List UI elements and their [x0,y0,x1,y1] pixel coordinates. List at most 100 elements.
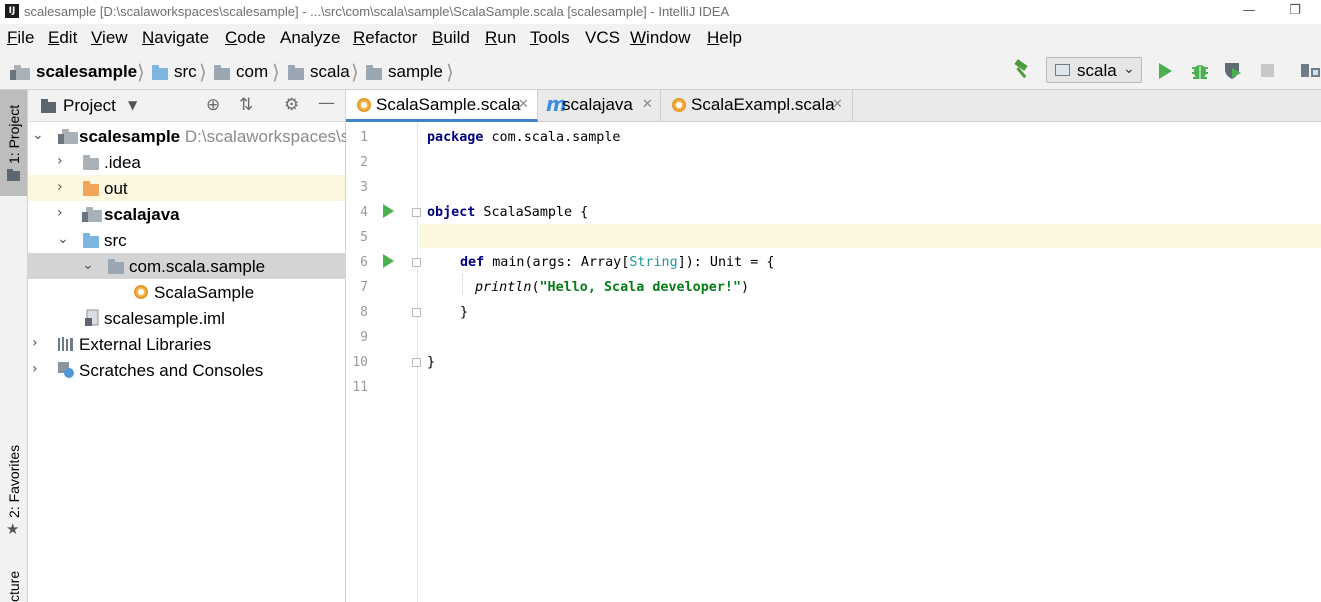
folder-icon [83,155,99,170]
collapse-arrow-icon[interactable]: › [57,205,63,221]
editor: ScalaSample.scala ✕ m scalajava ✕ ScalaE… [346,90,1321,602]
collapse-arrow-icon[interactable]: › [32,335,38,351]
chevron-down-icon: ⌄ [1123,61,1135,77]
code-line-8: } [460,305,469,320]
tab-scalajava[interactable]: m scalajava ✕ [538,90,661,122]
iml-file-icon [85,309,99,326]
run-config-dropdown[interactable]: scala ⌄ [1046,57,1142,83]
locate-target-icon[interactable]: ⊕ [206,95,220,115]
menu-refactor[interactable]: Refactor [353,28,417,48]
line-number: 5 [360,230,368,245]
tree-item-label: scalajava [104,205,180,224]
left-tool-strip: 1: Project 2: Favorites ★ cture [0,90,28,602]
menu-build[interactable]: Build [432,28,470,48]
view-chooser-caret-icon[interactable]: ▼ [128,98,137,112]
line-number: 3 [360,180,368,195]
menu-run[interactable]: Run [485,28,516,48]
collapse-arrow-icon[interactable]: › [57,153,63,169]
hide-panel-icon[interactable]: — [318,93,335,113]
tree-item-idea[interactable]: › .idea [28,149,345,175]
breadcrumb-com[interactable]: com [236,62,268,82]
package-folder-icon [288,65,304,80]
line-number: 10 [352,355,368,370]
tree-item-out[interactable]: › out [28,175,345,201]
project-structure-icon[interactable] [1300,62,1321,80]
tab-scalasample-scala[interactable]: ScalaSample.scala ✕ [346,90,538,122]
project-panel: Project ▼ ⊕ ⇅ ⚙ — ⌄ scalesample D:\scala… [28,90,349,602]
tree-item-label: out [104,179,128,198]
breadcrumb-src[interactable]: src [174,62,197,82]
collapse-arrow-icon[interactable]: › [32,361,38,377]
menu-code[interactable]: Code [225,28,266,48]
close-icon[interactable]: ✕ [642,97,653,112]
tool-window-project-label: 1: Project [6,104,22,164]
tree-item-scalasample-object[interactable]: ScalaSample [28,279,345,305]
breadcrumb-sample[interactable]: sample [388,62,443,82]
stop-icon[interactable] [1260,63,1276,79]
tool-window-project-button[interactable]: 1: Project [0,90,27,196]
run-icon[interactable] [1157,62,1173,80]
run-gutter-icon[interactable] [383,254,394,268]
coverage-icon[interactable] [1222,60,1244,82]
breadcrumb-separator-icon: ⟩ [199,60,207,84]
tool-window-favorites-label: 2: Favorites [6,444,22,518]
run-gutter-icon[interactable] [383,204,394,218]
tree-item-scratches[interactable]: › Scratches and Consoles [28,357,345,383]
line-number: 4 [360,205,368,220]
menu-analyze[interactable]: Analyze [280,28,340,48]
expand-arrow-icon[interactable]: ⌄ [82,257,94,273]
tree-item-com-scala-sample[interactable]: ⌄ com.scala.sample [28,253,345,279]
line-number: 6 [360,255,368,270]
breadcrumb-scalesample[interactable]: scalesample [36,62,137,82]
editor-gutter[interactable]: 1 2 3 4 5 6 7 8 9 10 11 [346,122,421,602]
code-line-6: def main(args: Array[String]): Unit = { [460,255,775,270]
close-icon[interactable]: ✕ [518,97,529,112]
tree-item-scalajava[interactable]: › scalajava [28,201,345,227]
tree-item-src[interactable]: ⌄ src [28,227,345,253]
tool-window-favorites-button[interactable]: 2: Favorites ★ [0,440,27,540]
scala-object-icon [134,285,148,299]
expand-arrow-icon[interactable]: ⌄ [32,127,44,143]
tree-item-label: External Libraries [79,335,212,354]
package-folder-icon [214,65,230,80]
source-folder-icon [83,233,99,248]
menu-tools[interactable]: Tools [530,28,570,48]
tab-label: ScalaExampl.scala [691,95,835,114]
module-folder-icon [10,65,30,80]
menu-navigate[interactable]: Navigate [142,28,209,48]
debug-icon[interactable] [1189,60,1211,82]
tree-item-scalesample[interactable]: ⌄ scalesample D:\scalaworkspaces\s [28,123,349,149]
line-number: 2 [360,155,368,170]
menu-edit[interactable]: Edit [48,28,77,48]
restore-icon[interactable]: ❐ [1272,1,1318,23]
gear-icon[interactable]: ⚙ [284,95,299,115]
star-icon: ★ [6,520,20,538]
tree-item-label: src [104,231,127,250]
expand-arrow-icon[interactable]: ⌄ [57,231,69,247]
tool-window-structure-button[interactable]: cture [0,560,27,602]
project-view-icon [41,99,56,113]
breadcrumb-scala[interactable]: scala [310,62,350,82]
menu-help[interactable]: Help [707,28,742,48]
code-line-1: package com.scala.sample [427,130,621,145]
tab-scalaexampl-scala[interactable]: ScalaExampl.scala ✕ [661,90,853,122]
menu-view[interactable]: View [91,28,128,48]
collapse-arrow-icon[interactable]: › [57,179,63,195]
tree-item-iml[interactable]: scalesample.iml [28,305,345,331]
tool-window-structure-label: cture [6,570,22,602]
menu-window[interactable]: Window [630,28,690,48]
scala-file-icon [672,98,686,112]
project-panel-title[interactable]: Project [63,96,116,116]
title-bar: IJ scalesample [D:\scalaworkspaces\scale… [0,0,1321,24]
minimize-icon[interactable]: — [1226,1,1272,23]
tab-label: ScalaSample.scala [376,95,521,114]
close-icon[interactable]: ✕ [832,97,843,112]
build-hammer-icon[interactable] [1011,59,1033,81]
code-area[interactable]: package com.scala.sample object ScalaSam… [419,122,1321,602]
menu-vcs[interactable]: VCS [585,28,620,48]
tree-item-external-libraries[interactable]: › External Libraries [28,331,345,357]
tab-label: scalajava [562,95,633,114]
collapse-all-icon[interactable]: ⇅ [239,95,253,115]
menu-file[interactable]: File [7,28,34,48]
window-title: scalesample [D:\scalaworkspaces\scalesam… [24,4,730,19]
